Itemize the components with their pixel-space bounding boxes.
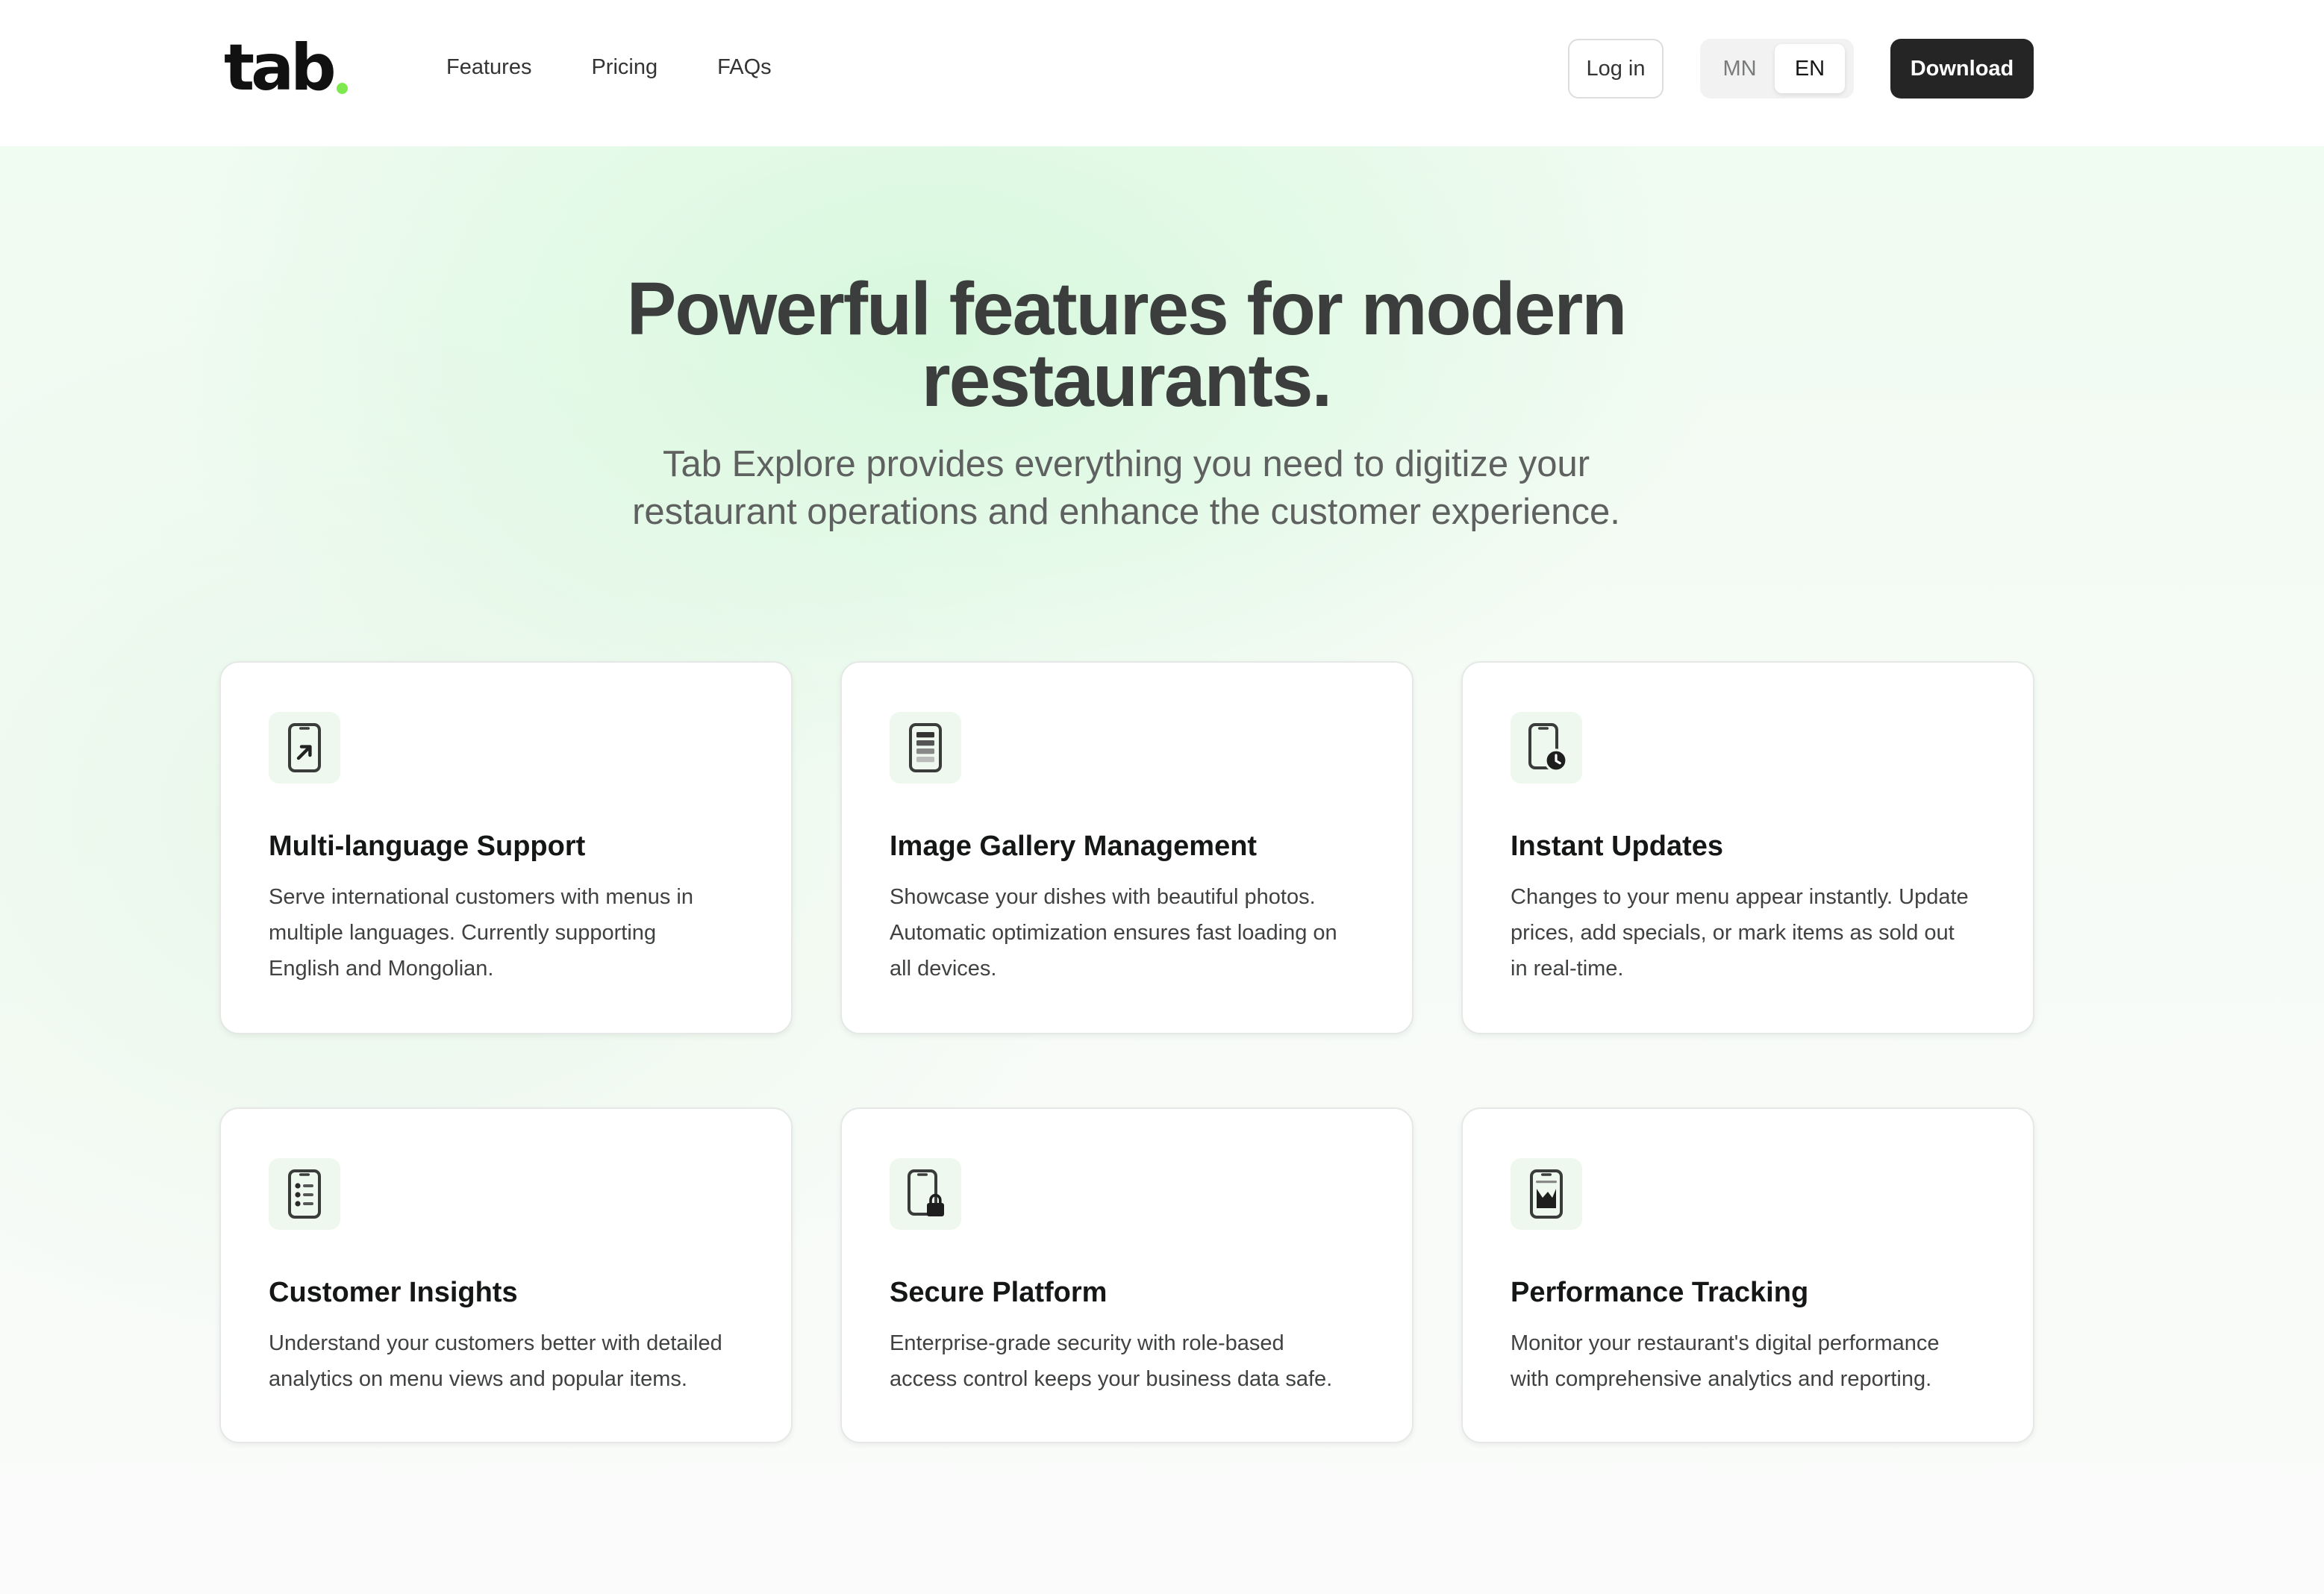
language-option-mn[interactable]: MN bbox=[1705, 44, 1775, 93]
phone-clock-icon bbox=[1511, 712, 1582, 784]
page-subtitle: Tab Explore provides everything you need… bbox=[589, 440, 1664, 536]
page-title-line-2: restaurants. bbox=[921, 339, 1332, 422]
phone-arrow-icon bbox=[269, 712, 340, 784]
feature-title: Instant Updates bbox=[1511, 831, 1724, 862]
nav-link-faqs[interactable]: FAQs bbox=[717, 52, 772, 82]
feature-title: Secure Platform bbox=[890, 1277, 1108, 1308]
phone-gallery-icon bbox=[890, 712, 961, 784]
phone-lock-icon bbox=[890, 1158, 961, 1230]
page-subtitle-line-1: Tab Explore provides everything you need… bbox=[662, 444, 1590, 484]
phone-list-icon bbox=[269, 1158, 340, 1230]
feature-description-line: multiple languages. Currently supporting bbox=[269, 921, 657, 945]
feature-grid: Multi-language Support Serve internation… bbox=[219, 661, 2034, 1443]
feature-card-multi-language: Multi-language Support Serve internation… bbox=[219, 661, 793, 1034]
feature-description-line: Serve international customers with menus… bbox=[269, 885, 693, 909]
language-toggle: MN EN bbox=[1700, 39, 1854, 99]
feature-description: Serve international customers with menus… bbox=[269, 879, 754, 987]
feature-description-line: English and Mongolian. bbox=[269, 957, 494, 981]
logo-text: tab bbox=[224, 31, 337, 105]
feature-description: Monitor your restaurant's digital perfor… bbox=[1511, 1325, 1996, 1397]
page-subtitle-line-2: restaurant operations and enhance the cu… bbox=[632, 492, 1620, 532]
main-nav: Features Pricing FAQs bbox=[446, 52, 772, 82]
phone-chart-icon bbox=[1511, 1158, 1582, 1230]
feature-description-line: in real-time. bbox=[1511, 957, 1624, 981]
feature-description-line: Changes to your menu appear instantly. U… bbox=[1511, 885, 1969, 909]
logo[interactable]: tab bbox=[224, 25, 348, 100]
feature-description-line: with comprehensive analytics and reporti… bbox=[1511, 1367, 1932, 1391]
feature-description: Changes to your menu appear instantly. U… bbox=[1511, 879, 1996, 987]
language-option-en[interactable]: EN bbox=[1775, 44, 1845, 93]
feature-description-line: analytics on menu views and popular item… bbox=[269, 1367, 687, 1391]
feature-card-secure-platform: Secure Platform Enterprise-grade securit… bbox=[840, 1107, 1414, 1443]
feature-card-image-gallery: Image Gallery Management Showcase your d… bbox=[840, 661, 1414, 1034]
feature-title: Performance Tracking bbox=[1511, 1277, 1809, 1308]
hero-section: Powerful features for modern restaurants… bbox=[0, 146, 2324, 536]
feature-description-line: access control keeps your business data … bbox=[890, 1367, 1333, 1391]
feature-description-line: prices, add specials, or mark items as s… bbox=[1511, 921, 1955, 945]
site-header: tab Features Pricing FAQs Log in MN EN D… bbox=[0, 0, 2324, 146]
feature-description: Understand your customers better with de… bbox=[269, 1325, 754, 1397]
feature-card-customer-insights: Customer Insights Understand your custom… bbox=[219, 1107, 793, 1443]
feature-description-line: Enterprise-grade security with role-base… bbox=[890, 1331, 1284, 1355]
nav-link-features[interactable]: Features bbox=[446, 52, 531, 82]
feature-card-performance-tracking: Performance Tracking Monitor your restau… bbox=[1461, 1107, 2034, 1443]
feature-card-instant-updates: Instant Updates Changes to your menu app… bbox=[1461, 661, 2034, 1034]
feature-title: Image Gallery Management bbox=[890, 831, 1258, 862]
page-title: Powerful features for modern restaurants… bbox=[566, 272, 1686, 418]
feature-description: Enterprise-grade security with role-base… bbox=[890, 1325, 1375, 1397]
feature-title: Customer Insights bbox=[269, 1277, 518, 1308]
feature-description-line: Automatic optimization ensures fast load… bbox=[890, 921, 1337, 945]
download-button[interactable]: Download bbox=[1890, 39, 2034, 99]
feature-description-line: Monitor your restaurant's digital perfor… bbox=[1511, 1331, 1940, 1355]
feature-title: Multi-language Support bbox=[269, 831, 586, 862]
feature-description-line: all devices. bbox=[890, 957, 997, 981]
login-button[interactable]: Log in bbox=[1568, 39, 1664, 99]
nav-link-pricing[interactable]: Pricing bbox=[591, 52, 657, 82]
feature-description: Showcase your dishes with beautiful phot… bbox=[890, 879, 1375, 987]
feature-description-line: Showcase your dishes with beautiful phot… bbox=[890, 885, 1316, 909]
feature-description-line: Understand your customers better with de… bbox=[269, 1331, 722, 1355]
logo-dot bbox=[336, 83, 348, 94]
